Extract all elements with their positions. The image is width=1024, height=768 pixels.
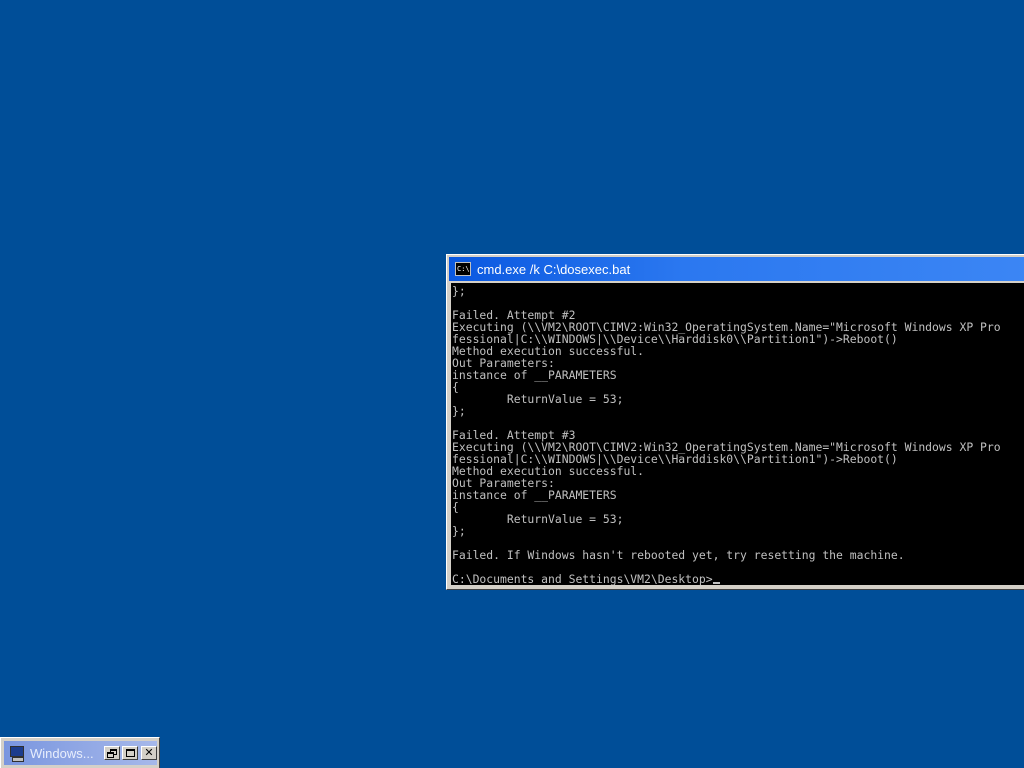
console-prompt: C:\Documents and Settings\VM2\Desktop> <box>452 572 713 585</box>
console-line: Failed. If Windows hasn't rebooted yet, … <box>452 548 905 562</box>
computer-icon <box>9 745 25 762</box>
console-line: instance of __PARAMETERS <box>452 488 617 502</box>
close-icon: ✕ <box>144 746 154 759</box>
console-output-area[interactable]: }; Failed. Attempt #2 Executing (\\VM2\R… <box>451 283 1024 585</box>
console-window[interactable]: C:\ cmd.exe /k C:\dosexec.bat }; Failed.… <box>446 254 1024 590</box>
console-title: cmd.exe /k C:\dosexec.bat <box>477 261 631 277</box>
console-line: }; <box>452 524 466 538</box>
console-line: instance of __PARAMETERS <box>452 368 617 382</box>
text-cursor <box>712 582 720 584</box>
console-title-bar[interactable]: C:\ cmd.exe /k C:\dosexec.bat <box>449 257 1024 281</box>
console-line: ReturnValue = 53; <box>506 392 624 406</box>
minimized-window[interactable]: Windows... ✕ <box>0 737 160 768</box>
minimized-window-title: Windows... <box>30 745 94 761</box>
close-button[interactable]: ✕ <box>141 746 157 760</box>
console-line: }; <box>452 284 466 298</box>
console-icon[interactable]: C:\ <box>455 262 471 276</box>
restore-button[interactable] <box>104 746 120 760</box>
console-line: ReturnValue = 53; <box>506 512 624 526</box>
maximize-icon <box>126 749 135 757</box>
console-output: }; Failed. Attempt #2 Executing (\\VM2\R… <box>451 283 1024 585</box>
maximize-button[interactable] <box>122 746 138 760</box>
minimized-window-title-bar[interactable]: Windows... ✕ <box>4 741 157 765</box>
console-line: }; <box>452 404 466 418</box>
console-output-lines: }; Failed. Attempt #2 Executing (\\VM2\R… <box>452 284 1001 562</box>
